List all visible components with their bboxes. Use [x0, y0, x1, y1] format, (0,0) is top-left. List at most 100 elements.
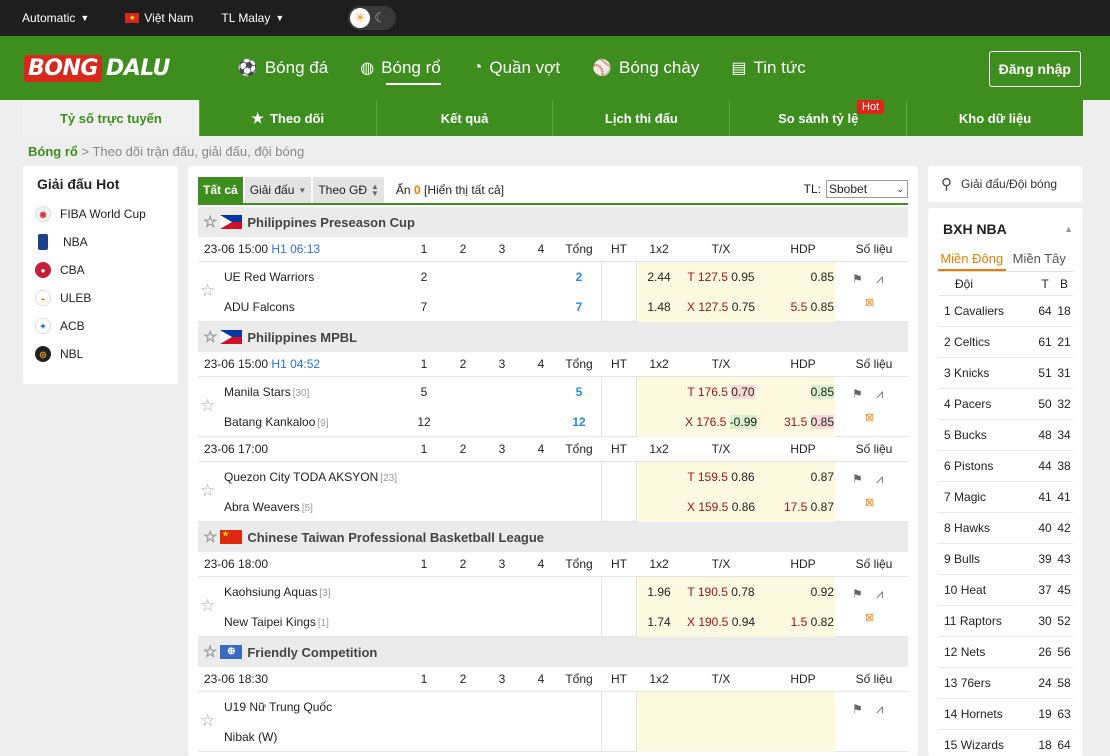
country-selector[interactable]: ★ Việt Nam	[125, 11, 193, 25]
site-logo[interactable]: BONG DALU	[24, 54, 170, 82]
team-name[interactable]: Batang Kankaloo [9]	[224, 415, 329, 429]
standings-row[interactable]: 4 Pacers 50 32	[938, 389, 1073, 420]
hot-league-item[interactable]: ◒ ULEB	[23, 284, 178, 312]
odds-handicap[interactable]: 17.5 0.87	[772, 500, 834, 514]
league-team-search[interactable]: ⚲ Giải đấu/Đội bóng	[928, 166, 1083, 202]
team-name[interactable]: UE Red Warriors	[224, 270, 316, 284]
standings-row[interactable]: 7 Magic 41 41	[938, 482, 1073, 513]
standings-row[interactable]: 1 Cavaliers 64 18	[938, 296, 1073, 327]
league-header[interactable]: ☆ Philippines MPBL	[198, 322, 908, 352]
court-icon[interactable]: ⊠	[865, 295, 874, 309]
flag-icon[interactable]: ⚑	[852, 587, 863, 601]
star-outline-icon[interactable]: ☆	[203, 212, 217, 232]
team-name[interactable]: Manila Stars [30]	[224, 385, 309, 399]
breadcrumb-root[interactable]: Bóng rổ	[28, 144, 78, 159]
star-outline-icon[interactable]: ☆	[203, 527, 217, 547]
odds-over-under[interactable]: T 159.5 0.86	[676, 470, 766, 484]
odds-handicap[interactable]: 1.5 0.82	[772, 615, 834, 629]
flag-icon[interactable]: ⚑	[852, 387, 863, 401]
standings-row[interactable]: 10 Heat 37 45	[938, 575, 1073, 606]
odds-1x2[interactable]: 1.48	[644, 300, 674, 314]
hot-league-item[interactable]: ◉ FIBA World Cup	[23, 200, 178, 228]
tab-following[interactable]: ★ Theo dõi	[200, 100, 377, 136]
league-header[interactable]: ☆ Philippines Preseason Cup	[198, 207, 908, 237]
court-icon[interactable]: ⊠	[865, 495, 874, 509]
standings-row[interactable]: 3 Knicks 51 31	[938, 358, 1073, 389]
nav-tennis[interactable]: ◔ Quần vợt	[473, 36, 560, 100]
filter-by-stage[interactable]: Theo GĐ ▲ ▼	[313, 177, 384, 203]
tab-east[interactable]: Miền Đông	[938, 246, 1006, 271]
tab-schedule[interactable]: Lịch thi đấu	[553, 100, 731, 136]
timezone-dropdown[interactable]: Automatic ▼	[22, 11, 89, 25]
odds-handicap[interactable]: 0.85	[772, 385, 834, 399]
odds-handicap[interactable]: 0.87	[772, 470, 834, 484]
team-name[interactable]: ADU Falcons	[224, 300, 297, 314]
court-icon[interactable]: ⊠	[865, 610, 874, 624]
match-body[interactable]: ☆ U19 Nữ Trung Quốc Nibak (W) ⚑ ⩘	[198, 692, 908, 752]
odds-format-dropdown[interactable]: TL Malay ▼	[221, 11, 284, 25]
odds-over-under[interactable]: X 176.5 -0.99	[676, 415, 766, 429]
hot-league-item[interactable]: ◎ NBL	[23, 340, 178, 368]
team-name[interactable]: Abra Weavers [5]	[224, 500, 313, 514]
show-all-link[interactable]: [Hiển thị tất cả]	[424, 183, 504, 197]
login-button[interactable]: Đăng nhập	[988, 51, 1081, 87]
odds-over-under[interactable]: T 190.5 0.78	[676, 585, 766, 599]
team-name[interactable]: New Taipei Kings [1]	[224, 615, 329, 629]
tab-results[interactable]: Kết quả	[377, 100, 554, 136]
flag-icon[interactable]: ⚑	[852, 272, 863, 286]
odds-handicap[interactable]: 0.85	[772, 270, 834, 284]
standings-row[interactable]: 14 Hornets 19 63	[938, 699, 1073, 730]
standings-row[interactable]: 9 Bulls 39 43	[938, 544, 1073, 575]
tab-database[interactable]: Kho dữ liệu	[907, 100, 1083, 136]
chart-icon[interactable]: ⩘	[876, 471, 883, 487]
standings-row[interactable]: 2 Celtics 61 21	[938, 327, 1073, 358]
odds-handicap[interactable]: 5.5 0.85	[772, 300, 834, 314]
odds-over-under[interactable]: T 176.5 0.70	[676, 385, 766, 399]
standings-row[interactable]: 12 Nets 26 56	[938, 637, 1073, 668]
star-outline-icon[interactable]: ☆	[203, 327, 217, 347]
hot-league-item[interactable]: ✦ ACB	[23, 312, 178, 340]
match-body[interactable]: ☆ Manila Stars [30] 5 5 T 176.5 0.70 0.85…	[198, 377, 908, 437]
odds-over-under[interactable]: X 127.5 0.75	[676, 300, 766, 314]
hot-league-item[interactable]: NBA	[23, 228, 178, 256]
team-name[interactable]: U19 Nữ Trung Quốc	[224, 700, 334, 714]
chart-icon[interactable]: ⩘	[876, 701, 883, 717]
standings-row[interactable]: 11 Raptors 30 52	[938, 606, 1073, 637]
team-name[interactable]: Nibak (W)	[224, 730, 279, 744]
league-header[interactable]: ☆ ★ Chinese Taiwan Professional Basketball…	[198, 522, 908, 552]
flag-icon[interactable]: ⚑	[852, 702, 863, 716]
standings-row[interactable]: 15 Wizards 18 64	[938, 730, 1073, 756]
odds-handicap[interactable]: 31.5 0.85	[772, 415, 834, 429]
odds-handicap[interactable]: 0.92	[772, 585, 834, 599]
nav-basketball[interactable]: ◍ Bóng rổ	[360, 36, 441, 100]
standings-row[interactable]: 8 Hawks 40 42	[938, 513, 1073, 544]
odds-over-under[interactable]: T 127.5 0.95	[676, 270, 766, 284]
nav-news[interactable]: ▤ Tin tức	[731, 36, 805, 100]
flag-icon[interactable]: ⚑	[852, 472, 863, 486]
filter-all[interactable]: Tất cả	[198, 177, 243, 203]
standings-row[interactable]: 5 Bucks 48 34	[938, 420, 1073, 451]
nav-soccer[interactable]: ⚽ Bóng đá	[238, 36, 328, 100]
tab-west[interactable]: Miền Tây	[1006, 246, 1074, 271]
odds-over-under[interactable]: X 159.5 0.86	[676, 500, 766, 514]
standings-row[interactable]: 6 Pistons 44 38	[938, 451, 1073, 482]
team-name[interactable]: Quezon City TODA AKSYON [23]	[224, 470, 397, 484]
match-body[interactable]: ☆ Kaohsiung Aquas [3] 1.96 T 190.5 0.78 0…	[198, 577, 908, 637]
chart-icon[interactable]: ⩘	[876, 271, 883, 287]
odds-1x2[interactable]: 1.74	[644, 615, 674, 629]
filter-league[interactable]: Giải đấu ▼	[244, 177, 312, 203]
theme-toggle[interactable]: ☀ ☾	[348, 6, 397, 30]
match-body[interactable]: ☆ UE Red Warriors 2 2 2.44 T 127.5 0.95 …	[198, 262, 908, 322]
hot-league-item[interactable]: ● CBA	[23, 256, 178, 284]
star-outline-icon[interactable]: ☆	[203, 642, 217, 662]
odds-1x2[interactable]: 2.44	[644, 270, 674, 284]
tab-live-scores[interactable]: Tỷ số trực tuyến	[23, 100, 200, 136]
match-body[interactable]: ☆ Quezon City TODA AKSYON [23] T 159.5 0.…	[198, 462, 908, 522]
collapse-icon[interactable]: ▲	[1064, 224, 1073, 246]
tab-odds-compare[interactable]: So sánh tỷ lệ Hot	[730, 100, 908, 136]
team-name[interactable]: Kaohsiung Aquas [3]	[224, 585, 331, 599]
standings-row[interactable]: 13 76ers 24 58	[938, 668, 1073, 699]
chart-icon[interactable]: ⩘	[876, 386, 883, 402]
chart-icon[interactable]: ⩘	[876, 586, 883, 602]
court-icon[interactable]: ⊠	[865, 410, 874, 424]
